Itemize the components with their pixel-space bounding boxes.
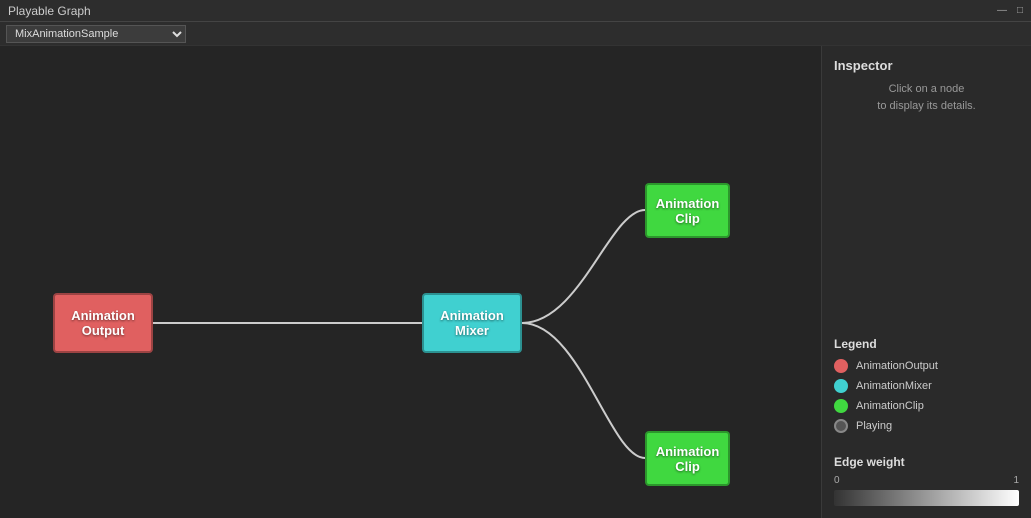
minimize-button[interactable]: — [995, 3, 1009, 17]
inspector-hint-line2: to display its details. [877, 100, 975, 112]
inspector-hint: Click on a node to display its details. [834, 81, 1019, 114]
node-animation-clip-2[interactable]: Animation Clip [645, 431, 730, 486]
edge-weight-max: 1 [1013, 475, 1019, 486]
maximize-button[interactable]: □ [1013, 3, 1027, 17]
edge-weight-range: 0 1 [834, 475, 1019, 486]
edge-weight-min: 0 [834, 475, 840, 486]
legend-item-output: AnimationOutput [834, 359, 1019, 373]
node-mixer-line2: Mixer [440, 323, 504, 338]
node-animation-output[interactable]: Animation Output [53, 293, 153, 353]
legend-item-playing: Playing [834, 419, 1019, 433]
edge-weight-section: Edge weight 0 1 [834, 455, 1019, 506]
node-clip1-line1: Animation [656, 196, 720, 211]
dropdown-bar: MixAnimationSample [0, 22, 1031, 46]
legend-dot-mixer [834, 379, 848, 393]
legend-dot-playing [834, 419, 848, 433]
edge-weight-title: Edge weight [834, 455, 1019, 469]
edge-weight-gradient-bar [834, 490, 1019, 506]
legend-label-output: AnimationOutput [856, 360, 938, 372]
main-layout: Animation Output Animation Mixer Animati… [0, 46, 1031, 518]
legend-section: Legend AnimationOutput AnimationMixer An… [834, 327, 1019, 439]
legend-label-playing: Playing [856, 420, 892, 432]
window-title: Playable Graph [8, 4, 91, 18]
legend-item-clip: AnimationClip [834, 399, 1019, 413]
inspector-panel: Inspector Click on a node to display its… [821, 46, 1031, 518]
inspector-title: Inspector [834, 58, 1019, 73]
node-output-line2: Output [71, 323, 135, 338]
legend-label-mixer: AnimationMixer [856, 380, 932, 392]
title-controls: — □ [995, 3, 1027, 17]
node-clip1-line2: Clip [656, 211, 720, 226]
legend-title: Legend [834, 337, 1019, 351]
title-bar: Playable Graph — □ [0, 0, 1031, 22]
legend-label-clip: AnimationClip [856, 400, 924, 412]
graph-select[interactable]: MixAnimationSample [6, 25, 186, 43]
legend-dot-clip [834, 399, 848, 413]
node-clip2-line2: Clip [656, 459, 720, 474]
node-mixer-line1: Animation [440, 308, 504, 323]
node-output-line1: Animation [71, 308, 135, 323]
legend-dot-output [834, 359, 848, 373]
graph-canvas: Animation Output Animation Mixer Animati… [0, 46, 821, 518]
inspector-hint-line1: Click on a node [889, 83, 965, 95]
node-animation-clip-1[interactable]: Animation Clip [645, 183, 730, 238]
node-clip2-line1: Animation [656, 444, 720, 459]
node-animation-mixer[interactable]: Animation Mixer [422, 293, 522, 353]
legend-item-mixer: AnimationMixer [834, 379, 1019, 393]
